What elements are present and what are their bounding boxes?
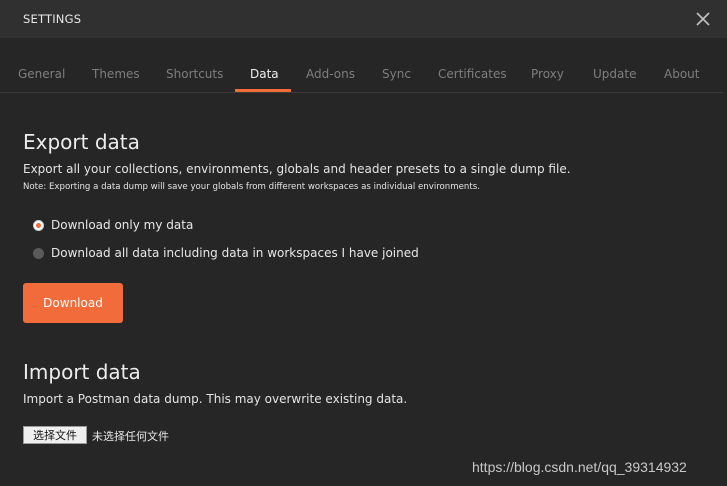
tab-about[interactable]: About bbox=[664, 67, 699, 81]
download-button[interactable]: Download bbox=[23, 283, 123, 323]
import-heading: Import data bbox=[23, 360, 141, 384]
tab-themes[interactable]: Themes bbox=[92, 67, 140, 81]
radio-label: Download only my data bbox=[51, 218, 194, 232]
tab-shortcuts[interactable]: Shortcuts bbox=[166, 67, 223, 81]
window-title: SETTINGS bbox=[23, 12, 82, 26]
title-bar: SETTINGS bbox=[0, 0, 727, 38]
active-tab-indicator bbox=[235, 89, 291, 92]
choose-file-button[interactable]: 选择文件 bbox=[23, 426, 87, 444]
export-note: Note: Exporting a data dump will save yo… bbox=[23, 182, 480, 192]
export-description: Export all your collections, environment… bbox=[23, 162, 571, 176]
tab-proxy[interactable]: Proxy bbox=[531, 67, 564, 81]
tab-add-ons[interactable]: Add-ons bbox=[306, 67, 355, 81]
tab-general[interactable]: General bbox=[18, 67, 65, 81]
watermark: https://blog.csdn.net/qq_39314932 bbox=[472, 459, 687, 475]
radio-unchecked-icon[interactable] bbox=[33, 247, 44, 259]
close-icon[interactable] bbox=[694, 10, 712, 28]
radio-label: Download all data including data in work… bbox=[51, 246, 419, 260]
tab-data[interactable]: Data bbox=[250, 67, 279, 81]
tab-sync[interactable]: Sync bbox=[382, 67, 411, 81]
tab-certificates[interactable]: Certificates bbox=[438, 67, 507, 81]
radio-checked-icon[interactable] bbox=[33, 219, 44, 231]
tab-update[interactable]: Update bbox=[593, 67, 636, 81]
settings-tabs: General Themes Shortcuts Data Add-ons Sy… bbox=[0, 56, 723, 93]
import-description: Import a Postman data dump. This may ove… bbox=[23, 392, 408, 406]
settings-window: SETTINGS General Themes Shortcuts Data A… bbox=[0, 0, 727, 486]
export-heading: Export data bbox=[23, 130, 140, 154]
file-status: 未选择任何文件 bbox=[92, 430, 169, 443]
radio-download-all-data[interactable]: Download all data including data in work… bbox=[33, 245, 419, 261]
radio-download-my-data[interactable]: Download only my data bbox=[33, 217, 193, 233]
